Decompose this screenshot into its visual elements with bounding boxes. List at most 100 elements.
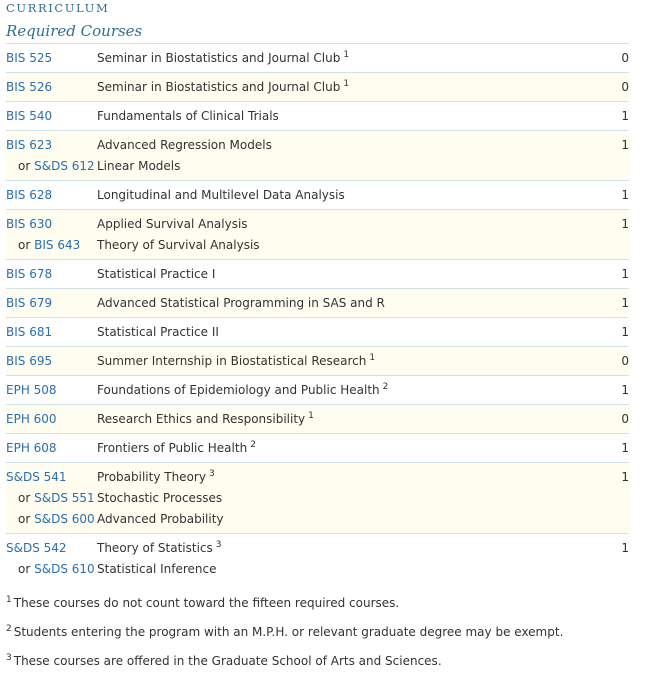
course-title: Frontiers of Public Health <box>97 441 248 455</box>
course-code-link[interactable]: EPH 608 <box>6 434 97 463</box>
course-code-link[interactable]: BIS 630 <box>6 209 97 235</box>
footnote-mark: 3 <box>6 653 12 663</box>
course-code-link[interactable]: BIS 643 <box>34 238 80 252</box>
course-code-link[interactable]: BIS 681 <box>6 318 97 347</box>
course-title: Linear Models <box>97 156 557 181</box>
course-credits: 1 <box>621 267 629 281</box>
course-credits: 0 <box>557 346 629 376</box>
table-row-alternate: or S&DS 610 Statistical Inference <box>6 559 629 583</box>
course-credits: 1 <box>621 383 629 397</box>
course-code-link[interactable]: BIS 525 <box>6 44 97 73</box>
table-row: BIS 628 Longitudinal and Multilevel Data… <box>6 180 629 210</box>
footnote-ref: 1 <box>343 50 350 60</box>
course-title: Foundations of Epidemiology and Public H… <box>97 383 380 397</box>
footnote: 2 Students entering the program with an M… <box>6 618 645 647</box>
course-credits: 1 <box>621 325 629 339</box>
footnote-text: These courses are offered in the Graduat… <box>13 654 442 668</box>
course-code-link[interactable]: BIS 678 <box>6 260 97 289</box>
table-row: EPH 508 Foundations of Epidemiology and … <box>6 375 629 405</box>
course-title: Stochastic Processes <box>97 488 557 509</box>
table-row: S&DS 541 Probability Theory 3 1 <box>6 462 629 488</box>
course-title: Applied Survival Analysis <box>97 209 557 235</box>
course-code-link[interactable]: BIS 695 <box>6 346 97 376</box>
footnote-mark: 2 <box>6 624 12 634</box>
footnote-ref: 3 <box>208 469 215 479</box>
course-credits: 0 <box>621 51 629 65</box>
footnote-ref: 3 <box>215 540 222 550</box>
footnote: 3 These courses are offered in the Gradua… <box>6 647 645 676</box>
footnote-mark: 1 <box>6 595 12 605</box>
course-code-link[interactable]: BIS 540 <box>6 102 97 131</box>
table-row: BIS 678 Statistical Practice I 1 <box>6 259 629 289</box>
course-credits: 1 <box>557 288 629 318</box>
section-title: Required Courses <box>6 22 143 40</box>
course-credits: 1 <box>557 130 629 156</box>
course-title: Fundamentals of Clinical Trials <box>97 109 279 123</box>
course-credits: 0 <box>557 404 629 434</box>
course-credits: 0 <box>557 72 629 102</box>
footnote-ref: 1 <box>369 353 376 363</box>
course-title: Longitudinal and Multilevel Data Analysi… <box>97 188 345 202</box>
footnote: 1 These courses do not count toward the f… <box>6 589 645 618</box>
or-label: or <box>18 512 31 526</box>
course-title: Statistical Practice I <box>97 267 216 281</box>
course-title: Research Ethics and Responsibility <box>97 412 306 426</box>
footnote-ref: 2 <box>382 382 389 392</box>
table-row-alternate: or S&DS 600 Advanced Probability <box>6 509 629 534</box>
table-row: EPH 608 Frontiers of Public Health 2 1 <box>6 433 629 463</box>
course-title: Seminar in Biostatistics and Journal Clu… <box>97 51 341 65</box>
course-title: Advanced Statistical Programming in SAS … <box>97 288 557 318</box>
table-row: BIS 623 Advanced Regression Models 1 <box>6 130 629 156</box>
table-row-alternate: or S&DS 551 Stochastic Processes <box>6 488 629 509</box>
footnote-ref: 1 <box>308 411 314 421</box>
table-row: BIS 681 Statistical Practice II 1 <box>6 317 629 347</box>
or-label: or <box>18 238 31 252</box>
or-label: or <box>18 159 31 173</box>
footnote-ref: 2 <box>250 440 256 450</box>
course-code-link[interactable]: EPH 600 <box>6 404 97 434</box>
table-row-alternate: or BIS 643 Theory of Survival Analysis <box>6 235 629 260</box>
footnote-ref: 1 <box>343 79 350 89</box>
table-row: BIS 525 Seminar in Biostatistics and Jou… <box>6 43 629 73</box>
course-title: Advanced Regression Models <box>97 130 557 156</box>
table-row: BIS 695 Summer Internship in Biostatisti… <box>6 346 629 376</box>
table-row: EPH 600 Research Ethics and Responsibili… <box>6 404 629 434</box>
course-code-link[interactable]: BIS 623 <box>6 130 97 156</box>
course-title: Statistical Practice II <box>97 325 219 339</box>
course-credits: 1 <box>557 209 629 235</box>
course-title: Theory of Survival Analysis <box>97 235 557 260</box>
course-credits: 1 <box>621 109 629 123</box>
or-label: or <box>18 562 31 576</box>
course-code-link[interactable]: S&DS 610 <box>34 562 95 576</box>
course-credits: 1 <box>557 462 629 488</box>
course-code-link[interactable]: EPH 508 <box>6 376 97 405</box>
footnotes: 1 These courses do not count toward the f… <box>6 589 645 676</box>
course-code-link[interactable]: S&DS 551 <box>34 491 95 505</box>
course-code-link[interactable]: BIS 679 <box>6 288 97 318</box>
course-code-link[interactable]: BIS 628 <box>6 181 97 210</box>
table-row: BIS 630 Applied Survival Analysis 1 <box>6 209 629 235</box>
course-credits: 1 <box>621 441 629 455</box>
course-title: Advanced Probability <box>97 509 557 534</box>
course-code-link[interactable]: S&DS 542 <box>6 534 97 560</box>
course-credits: 1 <box>621 188 629 202</box>
table-row: BIS 679 Advanced Statistical Programming… <box>6 288 629 318</box>
table-row-alternate: or S&DS 612 Linear Models <box>6 156 629 181</box>
course-code-link[interactable]: S&DS 600 <box>34 512 95 526</box>
footnote-text: These courses do not count toward the fi… <box>13 596 400 610</box>
course-credits: 1 <box>621 541 629 555</box>
table-row: BIS 540 Fundamentals of Clinical Trials … <box>6 101 629 131</box>
course-table: BIS 525 Seminar in Biostatistics and Jou… <box>6 43 629 583</box>
table-row: BIS 526 Seminar in Biostatistics and Jou… <box>6 72 629 102</box>
course-title: Summer Internship in Biostatistical Rese… <box>97 354 367 368</box>
course-title: Probability Theory <box>97 470 206 484</box>
course-code-link[interactable]: S&DS 612 <box>34 159 95 173</box>
course-code-link[interactable]: S&DS 541 <box>6 462 97 488</box>
course-code-link[interactable]: BIS 526 <box>6 72 97 102</box>
table-row: S&DS 542 Theory of Statistics 3 1 <box>6 533 629 560</box>
or-label: or <box>18 491 31 505</box>
course-title: Theory of Statistics <box>97 541 213 555</box>
course-title: Seminar in Biostatistics and Journal Clu… <box>97 80 341 94</box>
section-label: CURRICULUM <box>6 1 110 15</box>
footnote-text: Students entering the program with an M.… <box>13 625 564 639</box>
